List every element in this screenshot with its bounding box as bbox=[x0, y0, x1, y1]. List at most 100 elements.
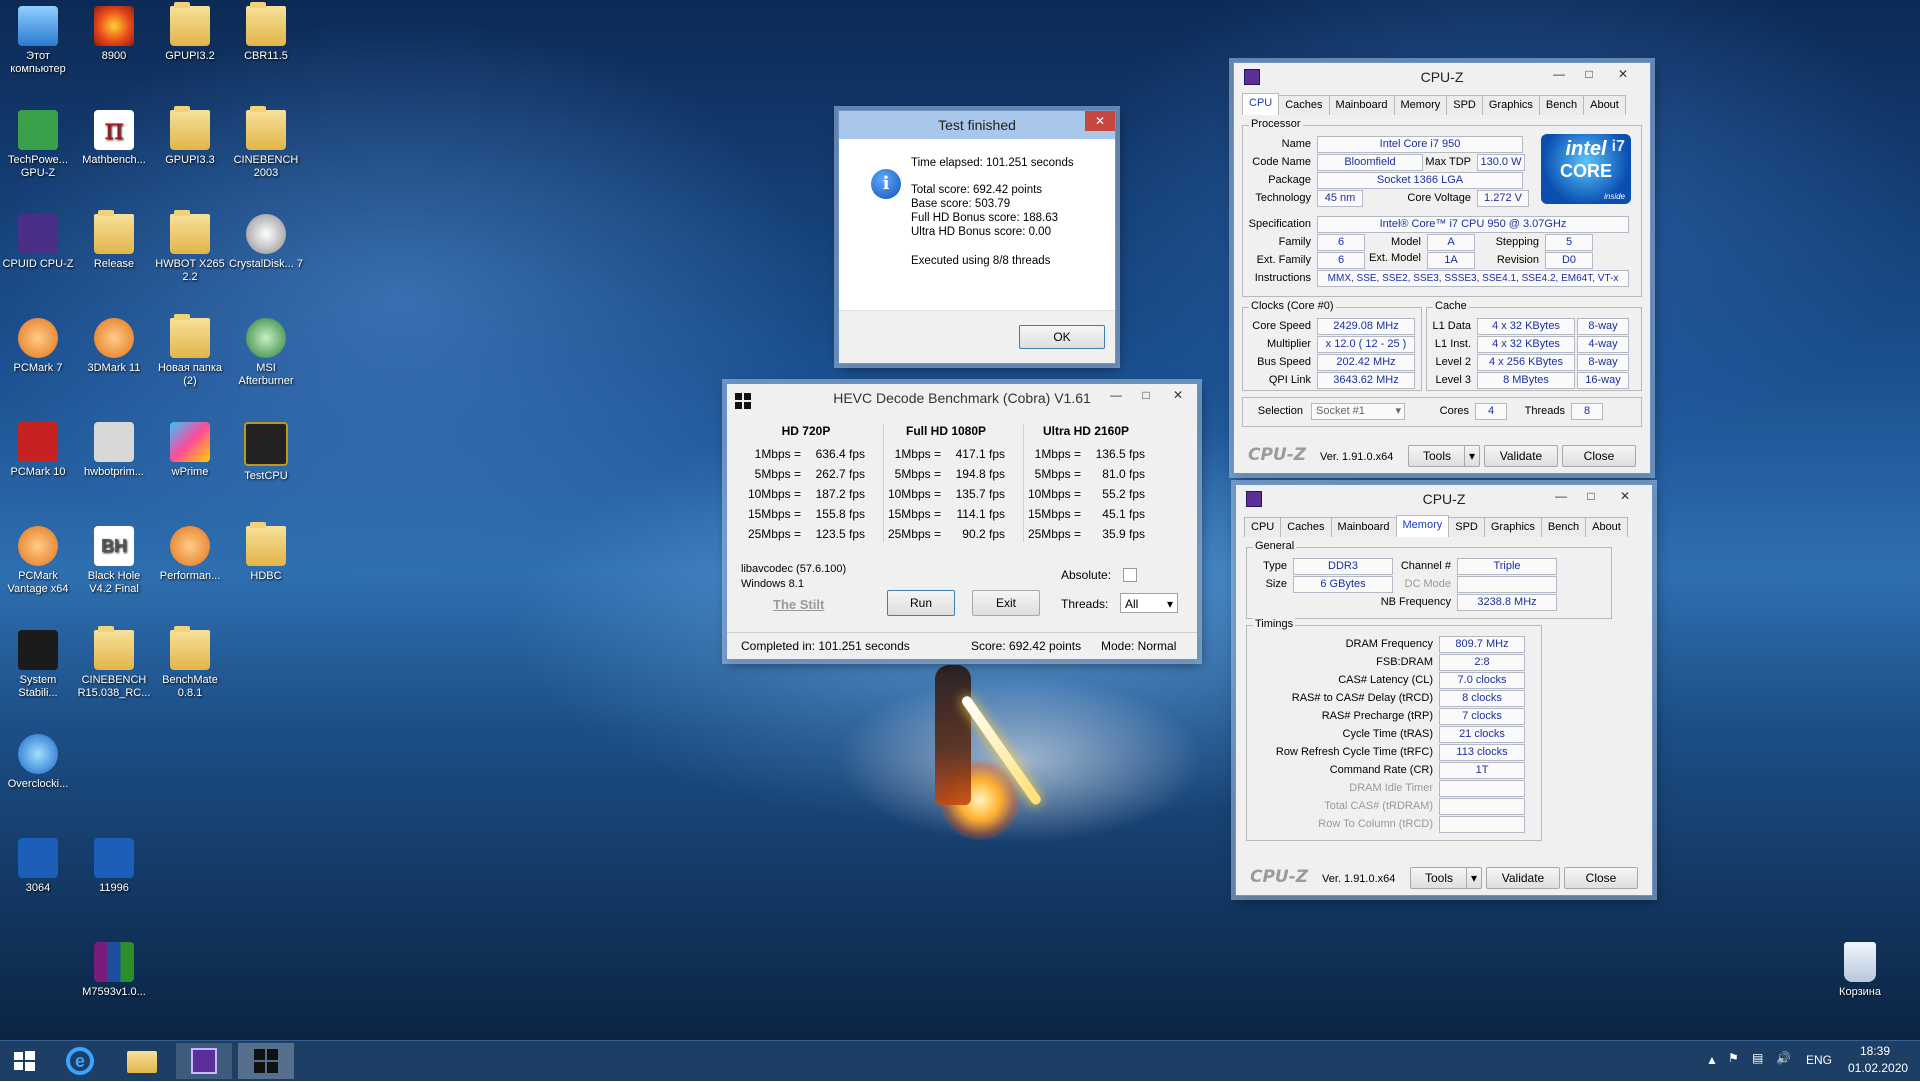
result-row: 15Mbps = 155.8 fps bbox=[741, 504, 871, 524]
desktop-icon[interactable]: TechPowe... GPU-Z bbox=[0, 110, 76, 180]
validate-button[interactable]: Validate bbox=[1484, 445, 1558, 467]
tab-cpu[interactable]: CPU bbox=[1244, 517, 1282, 537]
author-link[interactable]: The Stilt bbox=[773, 597, 824, 612]
language-indicator[interactable]: ENG bbox=[1806, 1053, 1832, 1067]
desktop-icon[interactable]: PCMark 10 bbox=[0, 422, 76, 479]
tab-graphics[interactable]: Graphics bbox=[1483, 517, 1542, 537]
close-button[interactable]: ✕ bbox=[1163, 384, 1193, 406]
tab-about[interactable]: About bbox=[1583, 95, 1626, 115]
desktop-icon[interactable]: CrystalDisk... 7 bbox=[228, 214, 304, 271]
network-icon[interactable]: ▤ bbox=[1752, 1051, 1763, 1065]
close-cpuz-button[interactable]: Close bbox=[1564, 867, 1638, 889]
tab-mainboard[interactable]: Mainboard bbox=[1328, 95, 1395, 115]
desktop-icon[interactable]: GPUPI3.2 bbox=[152, 2, 228, 63]
cpuz-title-bar[interactable]: CPU-Z — □ ✕ bbox=[1236, 485, 1652, 513]
desktop-icon[interactable]: Release bbox=[76, 210, 152, 271]
tools-button[interactable]: Tools bbox=[1408, 445, 1466, 467]
taskbar-hevc[interactable] bbox=[238, 1043, 294, 1079]
tools-dropdown-button[interactable]: ▾ bbox=[1466, 867, 1482, 889]
close-cpuz-button[interactable]: Close bbox=[1562, 445, 1636, 467]
clock-time[interactable]: 18:39 bbox=[1860, 1044, 1890, 1058]
desktop-icon[interactable]: CINEBENCH 2003 bbox=[228, 106, 304, 180]
desktop-icon[interactable]: Overclocki... bbox=[0, 734, 76, 791]
minimize-button[interactable]: — bbox=[1544, 63, 1574, 85]
tab-memory[interactable]: Memory bbox=[1393, 95, 1448, 115]
desktop-icon[interactable]: 3DMark 11 bbox=[76, 318, 152, 375]
run-button[interactable]: Run bbox=[887, 590, 955, 616]
hevc-title-bar[interactable]: HEVC Decode Benchmark (Cobra) V1.61 — □ … bbox=[727, 384, 1197, 412]
absolute-checkbox[interactable] bbox=[1123, 568, 1137, 582]
desktop-icon[interactable]: CBR11.5 bbox=[228, 2, 304, 63]
tab-bench[interactable]: Bench bbox=[1538, 95, 1585, 115]
tab-caches[interactable]: Caches bbox=[1278, 95, 1330, 115]
dialog-title-bar[interactable]: Test finished ✕ bbox=[839, 111, 1115, 139]
desktop-icon[interactable]: PCMark Vantage x64 bbox=[0, 526, 76, 596]
desktop-icon[interactable]: BenchMate 0.8.1 bbox=[152, 626, 228, 700]
show-hidden-icons[interactable]: ▲ bbox=[1706, 1053, 1718, 1067]
clocks-legend: Clocks (Core #0) bbox=[1249, 300, 1336, 312]
desktop-icon[interactable]: CINEBENCH R15.038_RC... bbox=[76, 626, 152, 700]
tab-graphics[interactable]: Graphics bbox=[1481, 95, 1540, 115]
desktop-icon[interactable]: System Stabili... bbox=[0, 630, 76, 700]
desktop-icon-label: Этот компьютер bbox=[10, 50, 66, 75]
desktop-icon[interactable]: MSI Afterburner bbox=[228, 318, 304, 388]
desktop-icon[interactable]: π Mathbench... bbox=[76, 110, 152, 167]
desktop-icon[interactable]: Этот компьютер bbox=[0, 6, 76, 76]
desktop-icon[interactable]: Новая папка (2) bbox=[152, 314, 228, 388]
tab-cpu[interactable]: CPU bbox=[1242, 93, 1280, 115]
desktop-icon-label: GPUPI3.3 bbox=[165, 154, 215, 166]
taskbar-internet-explorer[interactable]: e bbox=[52, 1043, 108, 1079]
start-button[interactable] bbox=[0, 1043, 48, 1079]
recycle-bin[interactable]: Корзина bbox=[1822, 942, 1898, 999]
tab-caches[interactable]: Caches bbox=[1280, 517, 1332, 537]
cores-label: Cores bbox=[1439, 405, 1469, 417]
desktop-icon[interactable]: HWBOT X265 2.2 bbox=[152, 210, 228, 284]
exit-button[interactable]: Exit bbox=[972, 590, 1040, 616]
fps-value: 636.4 fps bbox=[815, 447, 865, 461]
desktop-icon[interactable]: 8900 bbox=[76, 6, 152, 63]
desktop-icon[interactable]: hwbotprim... bbox=[76, 422, 152, 479]
tab-about[interactable]: About bbox=[1585, 517, 1628, 537]
maximize-button[interactable]: □ bbox=[1576, 485, 1606, 507]
tab-spd[interactable]: SPD bbox=[1446, 95, 1483, 115]
maximize-button[interactable]: □ bbox=[1574, 63, 1604, 85]
desktop-icon[interactable]: wPrime bbox=[152, 422, 228, 479]
desktop-icon[interactable]: CPUID CPU-Z bbox=[0, 214, 76, 271]
result-row: 1Mbps = 636.4 fps bbox=[741, 444, 871, 464]
desktop-icon[interactable]: Performan... bbox=[152, 526, 228, 583]
socket-select[interactable]: Socket #1 ▾ bbox=[1311, 403, 1405, 420]
desktop-icon[interactable]: M7593v1.0... bbox=[76, 942, 152, 999]
close-button[interactable]: ✕ bbox=[1606, 63, 1640, 85]
fps-value: 187.2 fps bbox=[815, 487, 865, 501]
maximize-button[interactable]: □ bbox=[1131, 384, 1161, 406]
clock-date[interactable]: 01.02.2020 bbox=[1848, 1061, 1908, 1075]
tools-button[interactable]: Tools bbox=[1410, 867, 1468, 889]
tab-mainboard[interactable]: Mainboard bbox=[1330, 517, 1397, 537]
dialog-close-button[interactable]: ✕ bbox=[1085, 111, 1115, 131]
tab-memory[interactable]: Memory bbox=[1395, 515, 1450, 537]
desktop-icon[interactable]: GPUPI3.3 bbox=[152, 106, 228, 167]
threads-select[interactable]: All ▾ bbox=[1120, 593, 1178, 613]
desktop-icon[interactable]: PCMark 7 bbox=[0, 318, 76, 375]
desktop-icon[interactable]: 3064 bbox=[0, 838, 76, 895]
minimize-button[interactable]: — bbox=[1101, 384, 1131, 406]
close-button[interactable]: ✕ bbox=[1608, 485, 1642, 507]
tab-spd[interactable]: SPD bbox=[1448, 517, 1485, 537]
volume-icon[interactable]: 🔊 bbox=[1776, 1051, 1791, 1065]
minimize-button[interactable]: — bbox=[1546, 485, 1576, 507]
ok-button[interactable]: OK bbox=[1019, 325, 1105, 349]
hevc-benchmark-window: HEVC Decode Benchmark (Cobra) V1.61 — □ … bbox=[726, 383, 1198, 660]
desktop-icon[interactable]: TestCPU bbox=[228, 422, 304, 483]
flag-icon[interactable]: ⚑ bbox=[1728, 1051, 1739, 1065]
taskbar-cpuz[interactable] bbox=[176, 1043, 232, 1079]
desktop-icon[interactable]: 11996 bbox=[76, 838, 152, 895]
tools-dropdown-button[interactable]: ▾ bbox=[1464, 445, 1480, 467]
validate-button[interactable]: Validate bbox=[1486, 867, 1560, 889]
desktop-icon[interactable]: HDBC bbox=[228, 522, 304, 583]
desktop-icon[interactable]: BH Black Hole V4.2 Final bbox=[76, 526, 152, 596]
l1i-label: L1 Inst. bbox=[1434, 338, 1471, 350]
absolute-label: Absolute: bbox=[1061, 568, 1112, 582]
tab-bench[interactable]: Bench bbox=[1540, 517, 1587, 537]
cpuz-title-bar[interactable]: CPU-Z — □ ✕ bbox=[1234, 63, 1650, 91]
taskbar-file-explorer[interactable] bbox=[114, 1043, 170, 1079]
